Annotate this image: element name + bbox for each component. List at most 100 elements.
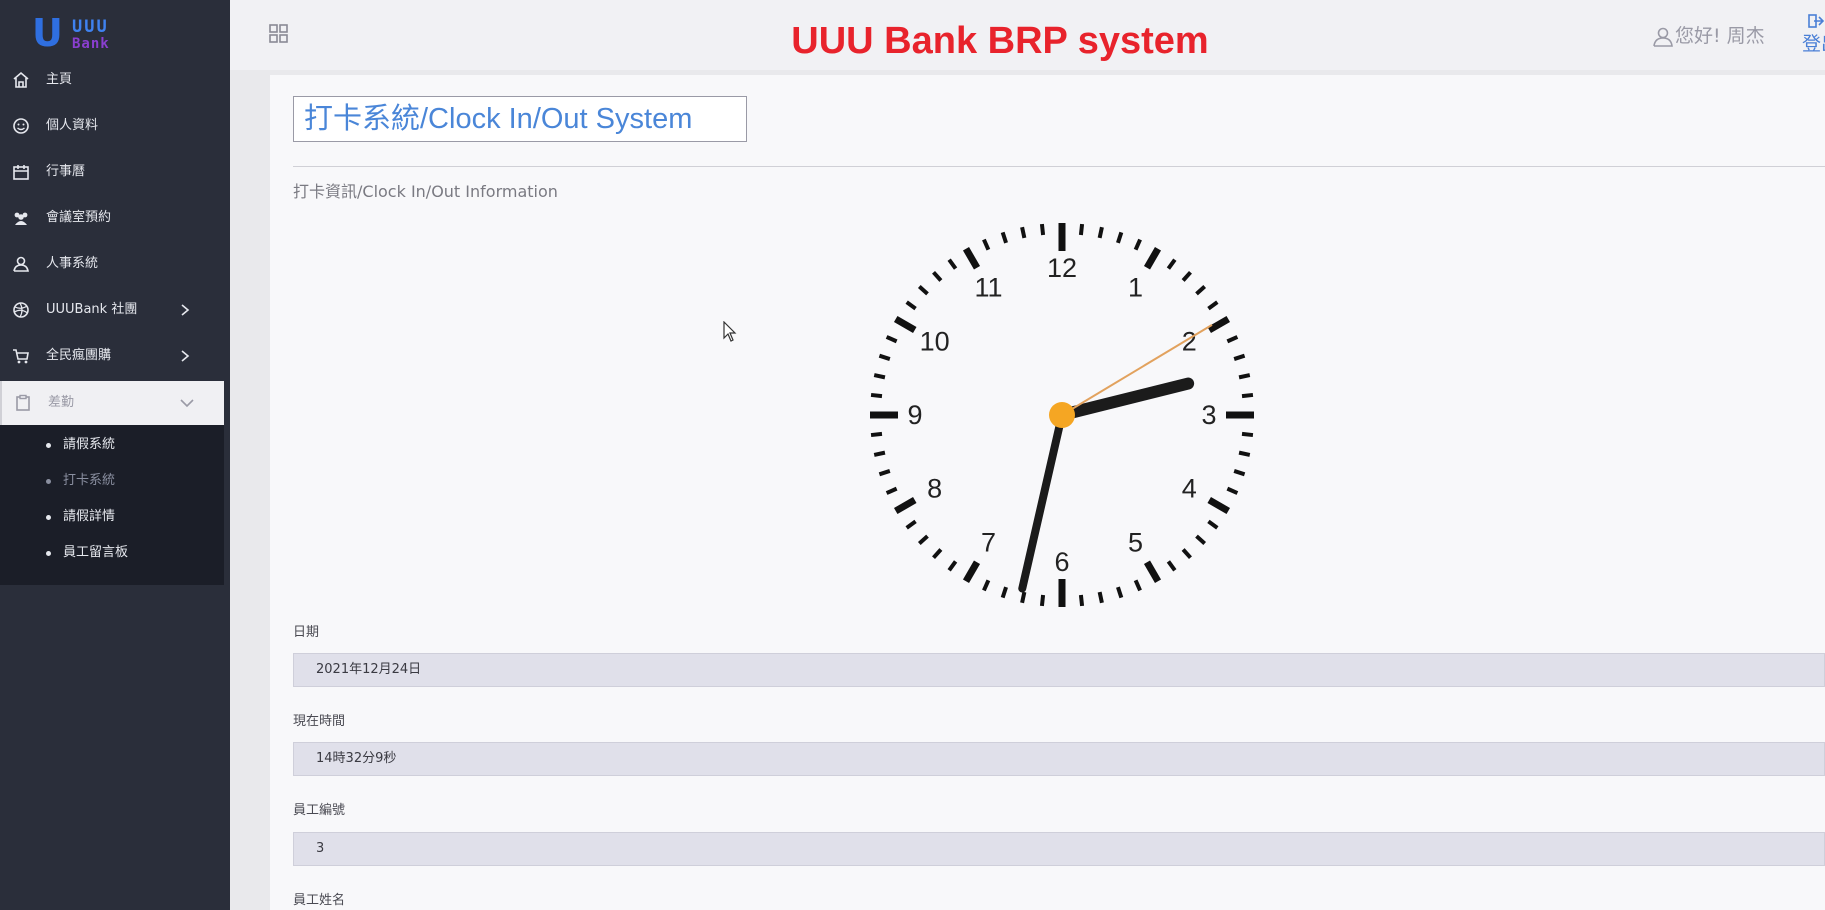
minute-tick [1097, 226, 1104, 239]
minute-tick [1078, 223, 1085, 236]
minute-tick [1207, 300, 1219, 311]
sidebar-item-label: 主頁 [46, 72, 73, 87]
grid-menu-icon[interactable] [268, 23, 290, 45]
employee-id-field[interactable]: 3 [293, 832, 1825, 866]
sidebar-item-profile[interactable]: 個人資料 [0, 104, 224, 148]
clock-number: 11 [974, 273, 1002, 303]
hour-hand [1056, 377, 1195, 421]
minute-tick [1039, 594, 1046, 607]
minute-tick [1233, 353, 1246, 361]
section-title: 打卡資訊/Clock In/Out Information [293, 182, 558, 201]
minute-tick [1181, 270, 1192, 282]
bullet-dot [46, 551, 51, 556]
sidebar-item-meeting-room[interactable]: 會議室預約 [0, 196, 224, 240]
sidebar-item-label: 會議室預約 [46, 210, 112, 225]
current-time-field[interactable]: 14時32分9秒 [293, 742, 1825, 776]
minute-tick [870, 431, 883, 438]
minute-tick [873, 450, 886, 457]
minute-tick [1000, 231, 1008, 244]
sidebar-item-group-buy[interactable]: 全民瘋團購 [0, 334, 224, 378]
sidebar: U UUU Bank 主頁 個人資料 行事曆 會議室預約 人事系統 UUUBan… [0, 0, 230, 910]
sidebar-item-label: 全民瘋團購 [46, 348, 112, 363]
clock-number: 3 [1201, 400, 1216, 430]
clock-number: 9 [907, 400, 922, 430]
calendar-icon [13, 165, 29, 180]
minute-tick [1000, 586, 1008, 599]
minute-tick [1020, 226, 1027, 239]
date-field[interactable]: 2021年12月24日 [293, 653, 1825, 687]
clock-number: 12 [1047, 253, 1077, 283]
logo[interactable]: U UUU Bank [32, 14, 142, 56]
minute-tick [982, 238, 991, 251]
minute-tick [1116, 586, 1124, 599]
minute-tick [878, 469, 891, 477]
minute-tick [932, 548, 943, 560]
sidebar-item-label: UUUBank 社團 [46, 302, 138, 317]
page-title: 打卡系統/Clock In/Out System [304, 103, 693, 135]
minute-tick [1241, 392, 1254, 399]
logout-icon[interactable] [1808, 14, 1824, 28]
minute-tick [1133, 579, 1142, 592]
minute-tick [917, 534, 929, 545]
clipboard-icon [16, 394, 30, 411]
clock-number: 5 [1128, 527, 1143, 557]
sidebar-item-calendar[interactable]: 行事曆 [0, 150, 224, 194]
minute-tick [1166, 560, 1177, 572]
minute-tick [885, 486, 898, 495]
current-time-label: 現在時間 [293, 714, 346, 729]
minute-tick [947, 560, 958, 572]
minute-tick [885, 335, 898, 344]
sidebar-item-label: 個人資料 [46, 118, 99, 133]
mouse-cursor-icon [723, 321, 737, 342]
minute-tick [878, 353, 891, 361]
sidebar-item-home[interactable]: 主頁 [0, 58, 224, 102]
minute-tick [947, 258, 958, 270]
divider [293, 166, 1825, 167]
minute-tick [1166, 258, 1177, 270]
bullet-dot [46, 479, 51, 484]
minute-tick [1226, 335, 1239, 344]
hour-tick [962, 246, 981, 270]
hour-tick [1207, 496, 1231, 515]
employee-id-label: 員工編號 [293, 803, 346, 818]
clock-number: 1 [1128, 273, 1143, 303]
user-greeting[interactable]: 您好! 周杰 [1675, 24, 1765, 48]
sidebar-item-hr[interactable]: 人事系統 [0, 242, 224, 286]
sidebar-item-club[interactable]: UUUBank 社團 [0, 288, 224, 332]
sidebar-item-label: 人事系統 [46, 256, 99, 271]
minute-tick [870, 392, 883, 399]
attendance-submenu: 請假系統 打卡系統 請假詳情 員工留言板 [0, 425, 224, 585]
submenu-item-label: 打卡系統 [63, 473, 116, 488]
minute-tick [1226, 486, 1239, 495]
hour-tick [1143, 246, 1162, 270]
minute-tick [873, 373, 886, 380]
hour-tick [1207, 315, 1231, 334]
minute-tick [932, 270, 943, 282]
sidebar-item-attendance[interactable]: 差勤 [0, 381, 224, 425]
minute-tick [1207, 519, 1219, 530]
logout-button[interactable]: 登出 [1802, 32, 1825, 56]
minute-tick [1078, 594, 1085, 607]
chevron-down-icon [180, 399, 194, 408]
date-label: 日期 [293, 625, 320, 640]
clock-number: 4 [1182, 474, 1197, 504]
clock-center-pin [1049, 402, 1075, 428]
minute-tick [1039, 223, 1046, 236]
hour-tick [962, 560, 981, 584]
globe-icon [13, 302, 29, 318]
minute-tick [1195, 534, 1207, 545]
minute-tick [1020, 591, 1027, 604]
bullet-dot [46, 515, 51, 520]
submenu-item-label: 請假詳情 [63, 509, 116, 524]
clock-number: 6 [1054, 547, 1069, 577]
minute-tick [982, 579, 991, 592]
submenu-item-label: 員工留言板 [63, 545, 129, 560]
hour-tick [1143, 560, 1162, 584]
logo-text-bank: Bank [72, 36, 110, 52]
minute-tick [1238, 450, 1251, 457]
chevron-right-icon [181, 304, 190, 316]
home-icon [13, 71, 29, 88]
minute-tick [1097, 591, 1104, 604]
employee-name-label: 員工姓名 [293, 893, 346, 908]
clock-number: 10 [920, 327, 950, 357]
